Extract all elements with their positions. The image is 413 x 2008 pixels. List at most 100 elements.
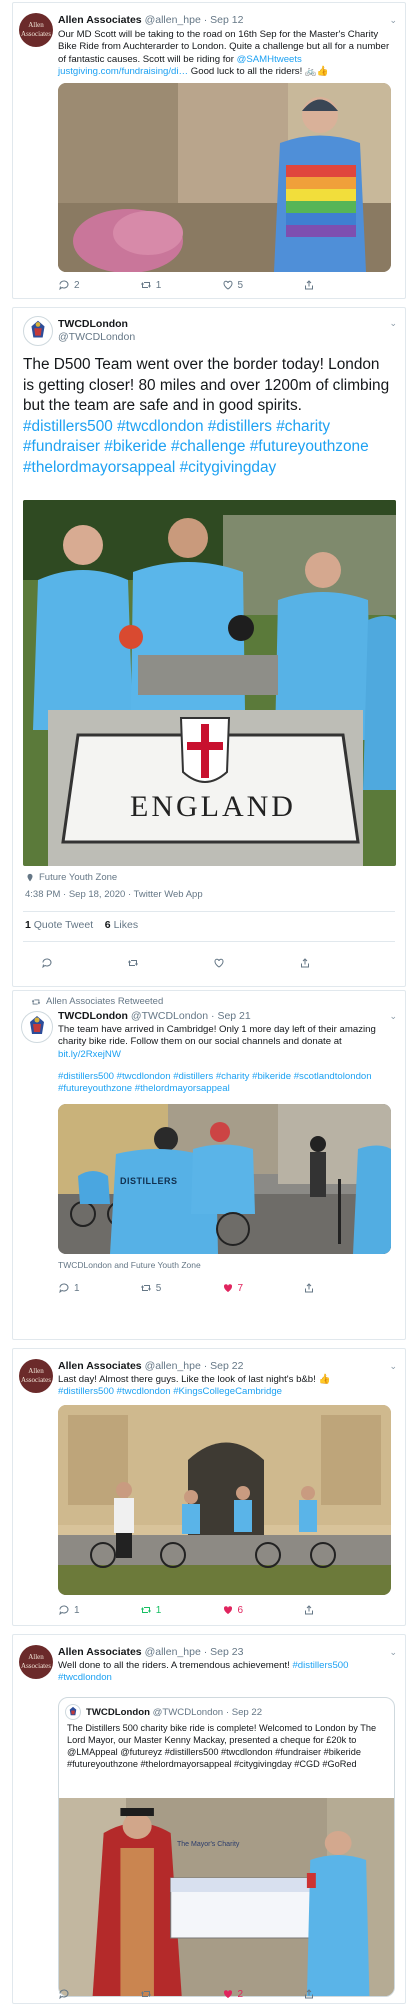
avatar[interactable] bbox=[65, 1704, 81, 1720]
reply-button[interactable] bbox=[58, 1987, 140, 2001]
share-button[interactable] bbox=[303, 1603, 385, 1617]
author-name[interactable]: Allen Associates bbox=[58, 14, 142, 26]
like-button[interactable]: 2 bbox=[222, 1987, 304, 2001]
chevron-down-icon[interactable]: ⌄ bbox=[389, 15, 397, 26]
avatar[interactable] bbox=[21, 1011, 53, 1043]
author-handle[interactable]: @allen_hpe bbox=[145, 14, 201, 26]
reply-count: 2 bbox=[74, 279, 80, 291]
quoted-tweet-text: The Distillers 500 charity bike ride is … bbox=[67, 1723, 377, 1769]
reply-button[interactable] bbox=[41, 956, 127, 970]
retweet-button[interactable]: 5 bbox=[140, 1281, 222, 1295]
tweet-retweet[interactable]: Allen Associates Retweeted TWCDLondon @T… bbox=[12, 990, 406, 1340]
like-icon bbox=[223, 1606, 232, 1614]
tweet-photo[interactable]: ENGLAND bbox=[23, 500, 396, 866]
like-icon bbox=[223, 1990, 232, 1998]
author-handle[interactable]: @TWCDLondon bbox=[58, 331, 381, 344]
tweet-date[interactable]: Sep 21 bbox=[217, 1010, 250, 1022]
author-name[interactable]: Allen Associates bbox=[58, 1360, 142, 1372]
like-button[interactable]: 5 bbox=[222, 278, 304, 292]
author-name[interactable]: TWCDLondon bbox=[58, 1010, 128, 1022]
tweet[interactable]: Allen Associates Allen Associates @allen… bbox=[12, 1634, 406, 2004]
like-button[interactable]: 7 bbox=[222, 1281, 304, 1295]
england-sign-label: ENGLAND bbox=[130, 790, 296, 823]
tweet-text: The D500 Team went over the border today… bbox=[23, 355, 393, 478]
reply-button[interactable]: 1 bbox=[58, 1281, 140, 1295]
share-icon bbox=[305, 1989, 314, 1999]
reply-button[interactable]: 2 bbox=[58, 278, 140, 292]
retweet-count: 1 bbox=[155, 1604, 162, 1616]
chevron-down-icon[interactable]: ⌄ bbox=[389, 1361, 397, 1372]
tweet-expanded[interactable]: TWCDLondon @TWCDLondon ⌄ The D500 Team w… bbox=[12, 307, 406, 987]
share-icon bbox=[305, 1605, 314, 1615]
avatar[interactable] bbox=[23, 316, 53, 346]
likes-label[interactable]: Likes bbox=[114, 919, 139, 931]
retweet-icon bbox=[140, 1607, 151, 1613]
reply-button[interactable]: 1 bbox=[58, 1603, 140, 1617]
tweet-header: TWCDLondon @TWCDLondon bbox=[58, 318, 381, 344]
retweet-icon bbox=[31, 999, 41, 1004]
avatar[interactable]: Allen Associates bbox=[19, 1359, 53, 1393]
share-button[interactable] bbox=[299, 956, 385, 970]
tagged-users[interactable]: Future Youth Zone bbox=[25, 872, 117, 883]
retweet-button[interactable]: 1 bbox=[140, 278, 222, 292]
retweeted-by-line[interactable]: Allen Associates Retweeted bbox=[31, 996, 163, 1007]
avatar[interactable]: Allen Associates bbox=[19, 13, 53, 47]
author-handle[interactable]: @allen_hpe bbox=[145, 1646, 201, 1658]
tweet-date[interactable]: Sep 23 bbox=[210, 1646, 243, 1658]
quoted-author-name[interactable]: TWCDLondon bbox=[86, 1707, 150, 1718]
quoted-tweet-header: TWCDLondon @TWCDLondon · Sep 22 bbox=[86, 1706, 386, 1719]
tweet-date[interactable]: Sep 12 bbox=[210, 14, 243, 26]
tweet-header: Allen Associates @allen_hpe · Sep 22 bbox=[58, 1360, 381, 1373]
chevron-down-icon[interactable]: ⌄ bbox=[389, 318, 397, 329]
twcd-logo-icon bbox=[23, 1013, 51, 1041]
reply-icon bbox=[42, 958, 52, 969]
like-button[interactable] bbox=[213, 956, 299, 970]
tweet-date[interactable]: Sep 22 bbox=[210, 1360, 243, 1372]
tweet[interactable]: Allen Associates Allen Associates @allen… bbox=[12, 1348, 406, 1626]
quoted-tweet[interactable]: TWCDLondon @TWCDLondon · Sep 22 The Dist… bbox=[58, 1697, 395, 1997]
quoted-author-handle[interactable]: @TWCDLondon bbox=[153, 1707, 224, 1718]
tweet-text: Last day! Almost there guys. Like the lo… bbox=[58, 1374, 391, 1399]
author-name[interactable]: TWCDLondon bbox=[58, 318, 381, 331]
url-link[interactable]: justgiving.com/fundraising/di… bbox=[58, 66, 188, 77]
tweet-text: Our MD Scott will be taking to the road … bbox=[58, 29, 391, 79]
retweet-icon bbox=[140, 1285, 151, 1291]
tweet-text: Well done to all the riders. A tremendou… bbox=[58, 1660, 391, 1685]
retweet-button[interactable] bbox=[127, 956, 213, 970]
retweet-button[interactable] bbox=[140, 1987, 222, 2001]
author-name[interactable]: Allen Associates bbox=[58, 1646, 142, 1658]
quote-tweets-count[interactable]: 1 bbox=[25, 919, 31, 931]
retweet-button[interactable]: 1 bbox=[140, 1603, 222, 1617]
quoted-tweet-photo[interactable]: The Mayor's Charity bbox=[59, 1798, 394, 1996]
quoted-tweet-date[interactable]: Sep 22 bbox=[232, 1707, 262, 1718]
chevron-down-icon[interactable]: ⌄ bbox=[389, 1647, 397, 1658]
quote-tweets-label[interactable]: Quote Tweet bbox=[34, 919, 93, 931]
tweet-photo[interactable] bbox=[58, 1405, 391, 1595]
tweet[interactable]: Allen Associates Allen Associates @allen… bbox=[12, 2, 406, 299]
author-handle[interactable]: @allen_hpe bbox=[145, 1360, 201, 1372]
hashtag-links[interactable]: #distillers500 #twcdlondon #distillers #… bbox=[23, 418, 369, 476]
separator-dot: · bbox=[225, 1707, 230, 1718]
tagged-text: Future Youth Zone bbox=[39, 872, 118, 883]
url-link[interactable]: bit.ly/2RxejNW bbox=[58, 1049, 121, 1060]
avatar[interactable]: Allen Associates bbox=[19, 1645, 53, 1679]
tweet-timestamp[interactable]: 4:38 PM · Sep 18, 2020 · Twitter Web App bbox=[25, 889, 203, 900]
share-icon bbox=[305, 280, 314, 290]
text-segment: Our MD Scott will be taking to the road … bbox=[58, 29, 390, 65]
author-handle[interactable]: @TWCDLondon bbox=[131, 1010, 208, 1022]
share-button[interactable] bbox=[303, 1987, 385, 2001]
tweet-photo[interactable]: DISTILLERS bbox=[58, 1104, 391, 1254]
share-button[interactable] bbox=[303, 1281, 385, 1295]
tweet-photo[interactable] bbox=[58, 83, 391, 272]
share-button[interactable] bbox=[303, 278, 385, 292]
tagged-users[interactable]: TWCDLondon and Future Youth Zone bbox=[58, 1260, 201, 1270]
retweet-icon bbox=[128, 960, 138, 966]
like-button[interactable]: 6 bbox=[222, 1603, 304, 1617]
likes-count[interactable]: 6 bbox=[105, 919, 111, 931]
hashtag-links[interactable]: #distillers500 #twcdlondon #KingsCollege… bbox=[58, 1386, 391, 1398]
chevron-down-icon[interactable]: ⌄ bbox=[389, 1011, 397, 1022]
mention-link[interactable]: @SAMHtweets bbox=[237, 54, 302, 65]
hashtag-links[interactable]: #distillers500 #twcdlondon #distillers #… bbox=[58, 1071, 391, 1096]
reply-count: 1 bbox=[74, 1604, 80, 1616]
like-count: 6 bbox=[237, 1604, 244, 1616]
